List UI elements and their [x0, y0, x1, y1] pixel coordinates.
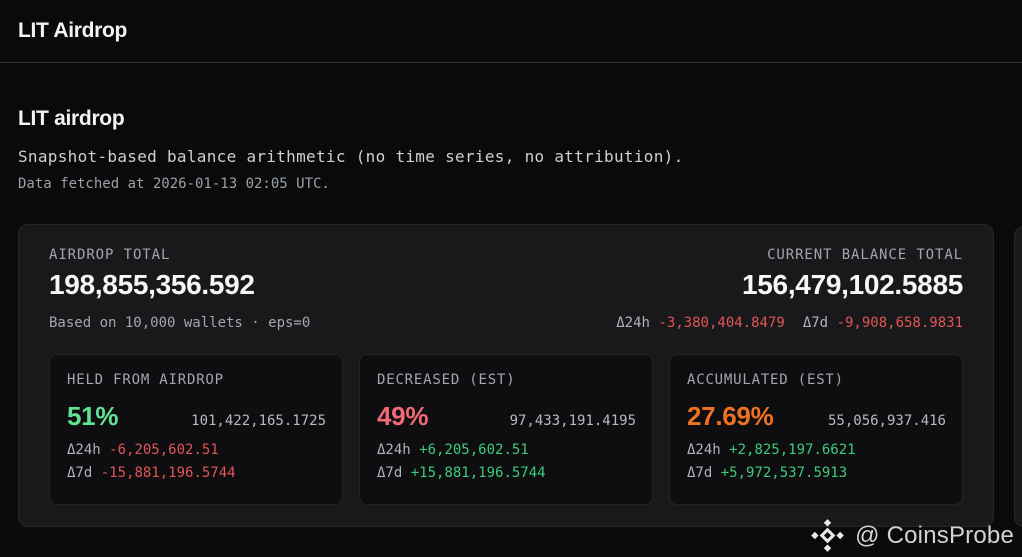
decreased-card: DECREASED (EST) 49% 97,433,191.4195 Δ24h… — [359, 354, 653, 505]
delta-24h-label: Δ24h — [616, 315, 650, 331]
next-panel-sliver — [1014, 226, 1022, 527]
decreased-label: DECREASED (EST) — [377, 372, 636, 388]
delta-7d-label: Δ7d — [803, 315, 828, 331]
accumulated-card: ACCUMULATED (EST) 27.69% 55,056,937.416 … — [669, 354, 963, 505]
delta-7d-value: +5,972,537.5913 — [721, 465, 847, 481]
held-delta-24h: Δ24h -6,205,602.51 — [67, 442, 326, 458]
airdrop-total-block: AIRDROP TOTAL 198,855,356.592 Based on 1… — [49, 247, 310, 331]
page-title: LIT Airdrop — [18, 19, 127, 43]
decreased-delta-7d: Δ7d +15,881,196.5744 — [377, 465, 636, 481]
accumulated-percent: 27.69% — [687, 401, 773, 431]
delta-7d-value: +15,881,196.5744 — [411, 465, 546, 481]
airdrop-total-note: Based on 10,000 wallets · eps=0 — [49, 315, 310, 331]
delta-7d-label: Δ7d — [377, 465, 402, 481]
delta-7d-label: Δ7d — [67, 465, 92, 481]
held-label: HELD FROM AIRDROP — [67, 372, 326, 388]
data-fetched-timestamp: Data fetched at 2026-01-13 02:05 UTC. — [18, 176, 330, 192]
delta-7d-value: -9,908,658.9831 — [837, 315, 963, 331]
delta-24h-label: Δ24h — [377, 442, 411, 458]
decreased-delta-24h: Δ24h +6,205,602.51 — [377, 442, 636, 458]
accumulated-amount: 55,056,937.416 — [828, 413, 946, 429]
accumulated-delta-7d: Δ7d +5,972,537.5913 — [687, 465, 946, 481]
delta-7d-value: -15,881,196.5744 — [101, 465, 236, 481]
watermark: @ CoinsProbe — [809, 517, 1014, 554]
accumulated-delta-24h: Δ24h +2,825,197.6621 — [687, 442, 946, 458]
section-subtitle: Snapshot-based balance arithmetic (no ti… — [18, 147, 684, 166]
summary-card: AIRDROP TOTAL 198,855,356.592 Based on 1… — [18, 224, 994, 527]
app-header: LIT Airdrop — [0, 0, 1022, 63]
lit-airdrop-dashboard: LIT Airdrop LIT airdrop Snapshot-based b… — [0, 0, 1022, 557]
current-balance-value: 156,479,102.5885 — [616, 270, 963, 300]
held-amount: 101,422,165.1725 — [191, 413, 326, 429]
held-percent: 51% — [67, 401, 118, 431]
current-balance-label: CURRENT BALANCE TOTAL — [616, 247, 963, 263]
delta-7d-label: Δ7d — [687, 465, 712, 481]
breakdown-cards-row: HELD FROM AIRDROP 51% 101,422,165.1725 Δ… — [49, 354, 963, 505]
airdrop-total-value: 198,855,356.592 — [49, 270, 310, 300]
decreased-percent: 49% — [377, 401, 428, 431]
delta-24h-label: Δ24h — [687, 442, 721, 458]
held-delta-7d: Δ7d -15,881,196.5744 — [67, 465, 326, 481]
decreased-amount: 97,433,191.4195 — [510, 413, 636, 429]
credit-text: @ CoinsProbe — [855, 522, 1014, 550]
current-balance-deltas: Δ24h -3,380,404.8479 Δ7d -9,908,658.9831 — [616, 315, 963, 331]
current-balance-block: CURRENT BALANCE TOTAL 156,479,102.5885 Δ… — [616, 247, 963, 331]
coinsprobe-diamond-logo-icon — [809, 517, 846, 554]
accumulated-label: ACCUMULATED (EST) — [687, 372, 946, 388]
delta-24h-value: +2,825,197.6621 — [729, 442, 855, 458]
section-title: LIT airdrop — [18, 107, 124, 131]
held-from-airdrop-card: HELD FROM AIRDROP 51% 101,422,165.1725 Δ… — [49, 354, 343, 505]
airdrop-total-label: AIRDROP TOTAL — [49, 247, 310, 263]
delta-24h-value: -3,380,404.8479 — [658, 315, 784, 331]
delta-24h-value: +6,205,602.51 — [419, 442, 529, 458]
delta-24h-value: -6,205,602.51 — [109, 442, 219, 458]
delta-24h-label: Δ24h — [67, 442, 101, 458]
